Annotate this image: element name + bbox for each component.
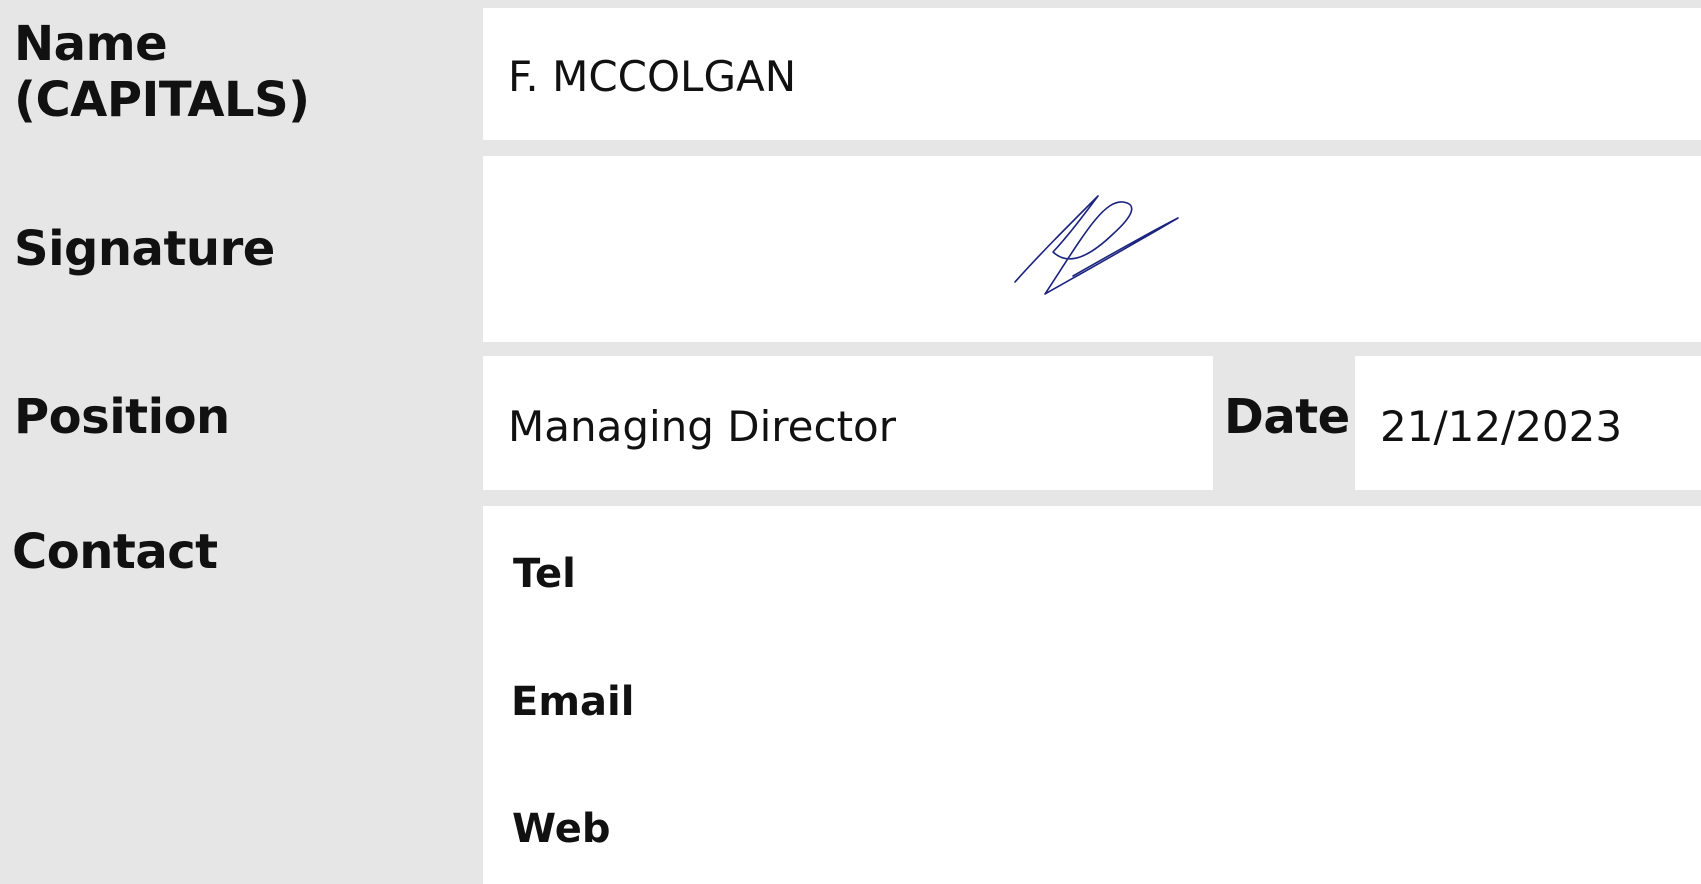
tel-label: Tel xyxy=(513,551,576,597)
date-field[interactable]: 21/12/2023 xyxy=(1355,356,1701,490)
name-label-line1: Name xyxy=(14,16,168,72)
name-label-line2: (CAPITALS) xyxy=(14,72,310,128)
signature-field[interactable] xyxy=(483,156,1701,342)
date-label: Date xyxy=(1224,389,1350,445)
date-value: 21/12/2023 xyxy=(1380,402,1623,451)
position-value: Managing Director xyxy=(508,402,897,451)
position-label: Position xyxy=(14,389,230,445)
signature-image xyxy=(1014,195,1179,295)
contact-field[interactable]: Tel Email Web xyxy=(483,506,1701,884)
name-value: F. MCCOLGAN xyxy=(508,52,797,101)
signature-label: Signature xyxy=(14,221,275,277)
position-field[interactable]: Managing Director xyxy=(483,356,1213,490)
web-label: Web xyxy=(512,806,611,852)
email-label: Email xyxy=(511,679,635,725)
contact-label: Contact xyxy=(12,524,218,580)
name-label: Name (CAPITALS) xyxy=(14,16,310,128)
name-field[interactable]: F. MCCOLGAN xyxy=(483,8,1701,140)
